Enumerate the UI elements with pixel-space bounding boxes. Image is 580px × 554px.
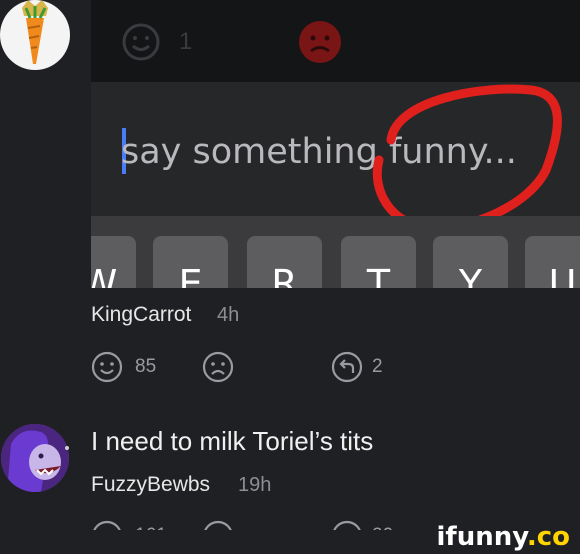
key-t: T [341, 236, 416, 288]
image-top-bar: 1 [91, 0, 580, 82]
key-e: E [153, 236, 228, 288]
key-r: R [247, 236, 322, 288]
comment-text: I need to milk Toriel’s tits [91, 426, 374, 456]
ifunny-logo: ifunny.co [436, 522, 570, 552]
smile-count: 1 [179, 28, 193, 55]
key-y: Y [433, 236, 508, 288]
reply-icon[interactable] [331, 351, 363, 383]
sad-face-icon [299, 21, 341, 63]
key-u: U [525, 236, 580, 288]
purple-creature-icon [1, 424, 69, 492]
key-w: W [91, 236, 136, 288]
avatar-kingcarrot[interactable] [0, 0, 70, 70]
carrot-king-icon [22, 0, 48, 64]
reply-count: 2 [372, 356, 383, 377]
smile-icon [122, 23, 160, 61]
comment-time: 4h [217, 304, 240, 326]
comment-time: 19h [238, 474, 272, 496]
keyboard: W E R T Y U [91, 216, 580, 288]
online-dot [65, 446, 69, 450]
avatar-fuzzybewbs[interactable] [1, 424, 69, 492]
like-count: 85 [135, 356, 157, 377]
comment-username[interactable]: FuzzyBewbs [91, 473, 210, 497]
smile-icon[interactable] [91, 351, 123, 383]
comment-username[interactable]: KingCarrot [91, 303, 191, 327]
comment-image[interactable]: 1 say something funny... W E R T Y U [91, 0, 580, 288]
sad-face-icon[interactable] [202, 351, 234, 383]
